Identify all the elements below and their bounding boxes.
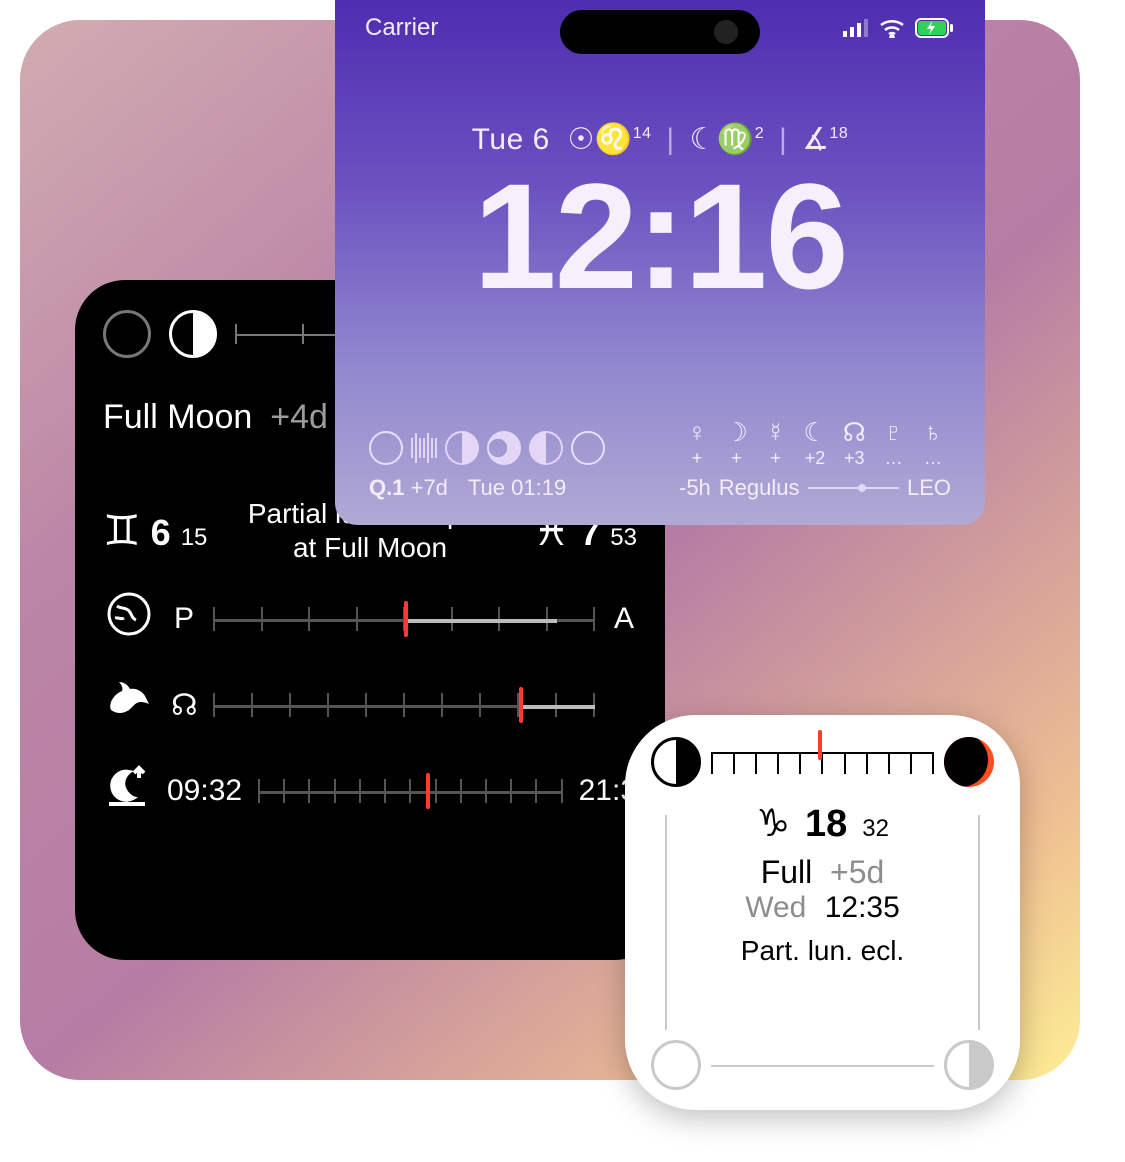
mini-ticks (411, 431, 437, 465)
dynamic-island (560, 10, 760, 54)
moon-min: 53 (610, 524, 637, 552)
divider (978, 815, 980, 1030)
new-moon-icon (571, 431, 605, 465)
small-bottom-ticks (711, 1055, 934, 1075)
node-track (213, 683, 595, 727)
phase-name: Full Moon (103, 398, 252, 437)
planet-symbol: ♀ (679, 417, 715, 448)
small-time: 12:35 (825, 891, 900, 924)
apogee-perigee-row: P A (103, 592, 637, 646)
small-datetime: Wed 12:35 (651, 891, 994, 925)
planet-value: +2 (797, 448, 833, 469)
wifi-icon (879, 18, 905, 38)
planet-col: ♀+ (679, 417, 715, 469)
planet-col: ☊+3 (836, 417, 872, 469)
lockscreen-time: 12:16 (335, 161, 985, 311)
planet-col: ♄… (915, 417, 951, 469)
phase-offset: +7d (411, 475, 448, 500)
phase-datetime: Tue 01:19 (468, 475, 566, 501)
asc-deg: 18 (830, 125, 849, 142)
node-row: ☊ (103, 676, 637, 734)
small-deg: 18 (805, 803, 847, 845)
planet-col: ☽+ (718, 417, 754, 469)
sun-deg: 6 (151, 512, 171, 554)
small-phase-name: Full (761, 854, 813, 890)
last-quarter-icon (529, 431, 563, 465)
small-bottom-row (651, 1040, 994, 1090)
small-event: Part. lun. ecl. (651, 935, 994, 967)
planet-value: + (679, 448, 715, 469)
moon-deg: 2 (755, 125, 764, 142)
new-moon-icon (103, 310, 151, 358)
planet-col: ☿+ (758, 417, 794, 469)
perigee-label: P (171, 602, 197, 636)
carrier-label: Carrier (365, 14, 438, 42)
sun-deg: 14 (633, 125, 652, 142)
planet-symbol: ☽ (718, 417, 754, 448)
status-icons (843, 18, 955, 38)
small-min: 32 (862, 815, 889, 842)
first-quarter-icon (944, 1040, 994, 1090)
phase-short: Q.1 (369, 475, 404, 500)
small-phase-offset: +5d (830, 854, 884, 890)
small-position: ♑︎ 18 32 (651, 801, 994, 846)
moonrise-time: 09:32 (167, 774, 242, 808)
regulus-track (808, 487, 899, 489)
sun-min: 15 (181, 524, 208, 552)
capricorn-icon: ♑︎ (756, 803, 790, 845)
new-moon-icon (651, 1040, 701, 1090)
sun-position: ♊︎ 6 15 (103, 506, 207, 555)
apogee-label: A (611, 602, 637, 636)
phase-info-line: Q.1 +7d Tue 01:19 (369, 475, 659, 501)
planet-value: +3 (836, 448, 872, 469)
moonrise-icon (103, 764, 151, 817)
new-moon-icon (369, 431, 403, 465)
phase-offset: +4d (270, 398, 328, 437)
gemini-icon: ♊︎ (103, 506, 141, 555)
event-line2: at Full Moon (293, 532, 447, 563)
planet-value: … (876, 448, 912, 469)
planet-col: ♇… (876, 417, 912, 469)
small-phase: Full +5d (651, 854, 994, 891)
planet-value: … (915, 448, 951, 469)
divider (665, 815, 667, 1030)
small-ticks (711, 740, 934, 784)
planet-symbol: ☾ (797, 417, 833, 448)
dragon-icon (103, 676, 155, 734)
regulus-offset: -5h (679, 475, 711, 501)
waxing-gibbous-icon (487, 431, 521, 465)
earth-icon (103, 592, 155, 646)
iphone-lockscreen: Carrier Tue 6 ☉♌14 | ☾♍2 | ∡18 12:16 Q. (335, 0, 985, 525)
eclipse-moon-icon (944, 737, 994, 787)
small-top-row (651, 737, 994, 787)
phase-strip (369, 431, 659, 465)
battery-charging-icon (915, 18, 955, 38)
planet-value: + (758, 448, 794, 469)
planet-col: ☾+2 (797, 417, 833, 469)
first-quarter-icon (651, 737, 701, 787)
distance-track (213, 597, 595, 641)
lockscreen-moon-widget[interactable]: Q.1 +7d Tue 01:19 (369, 431, 659, 501)
regulus-sign: LEO (907, 475, 951, 501)
regulus-name: Regulus (719, 475, 800, 501)
regulus-row: -5h Regulus LEO (679, 475, 951, 501)
planet-row: ♀+☽+☿+☾+2☊+3♇…♄… (679, 417, 951, 469)
cellular-icon (843, 19, 869, 37)
planet-symbol: ☿ (758, 417, 794, 448)
node-glyph: ☊ (171, 688, 197, 723)
planet-value: + (718, 448, 754, 469)
first-quarter-icon (445, 431, 479, 465)
lockscreen-planets-widget[interactable]: ♀+☽+☿+☾+2☊+3♇…♄… -5h Regulus LEO (679, 417, 951, 501)
small-dow: Wed (745, 891, 806, 924)
first-quarter-icon (169, 310, 217, 358)
planet-symbol: ♇ (876, 417, 912, 448)
daylight-track (258, 769, 563, 813)
planet-symbol: ☊ (836, 417, 872, 448)
planet-symbol: ♄ (915, 417, 951, 448)
moon-widget-small[interactable]: ♑︎ 18 32 Full +5d Wed 12:35 Part. lun. e… (625, 715, 1020, 1110)
rise-set-row: 09:32 21:3 (103, 764, 637, 817)
